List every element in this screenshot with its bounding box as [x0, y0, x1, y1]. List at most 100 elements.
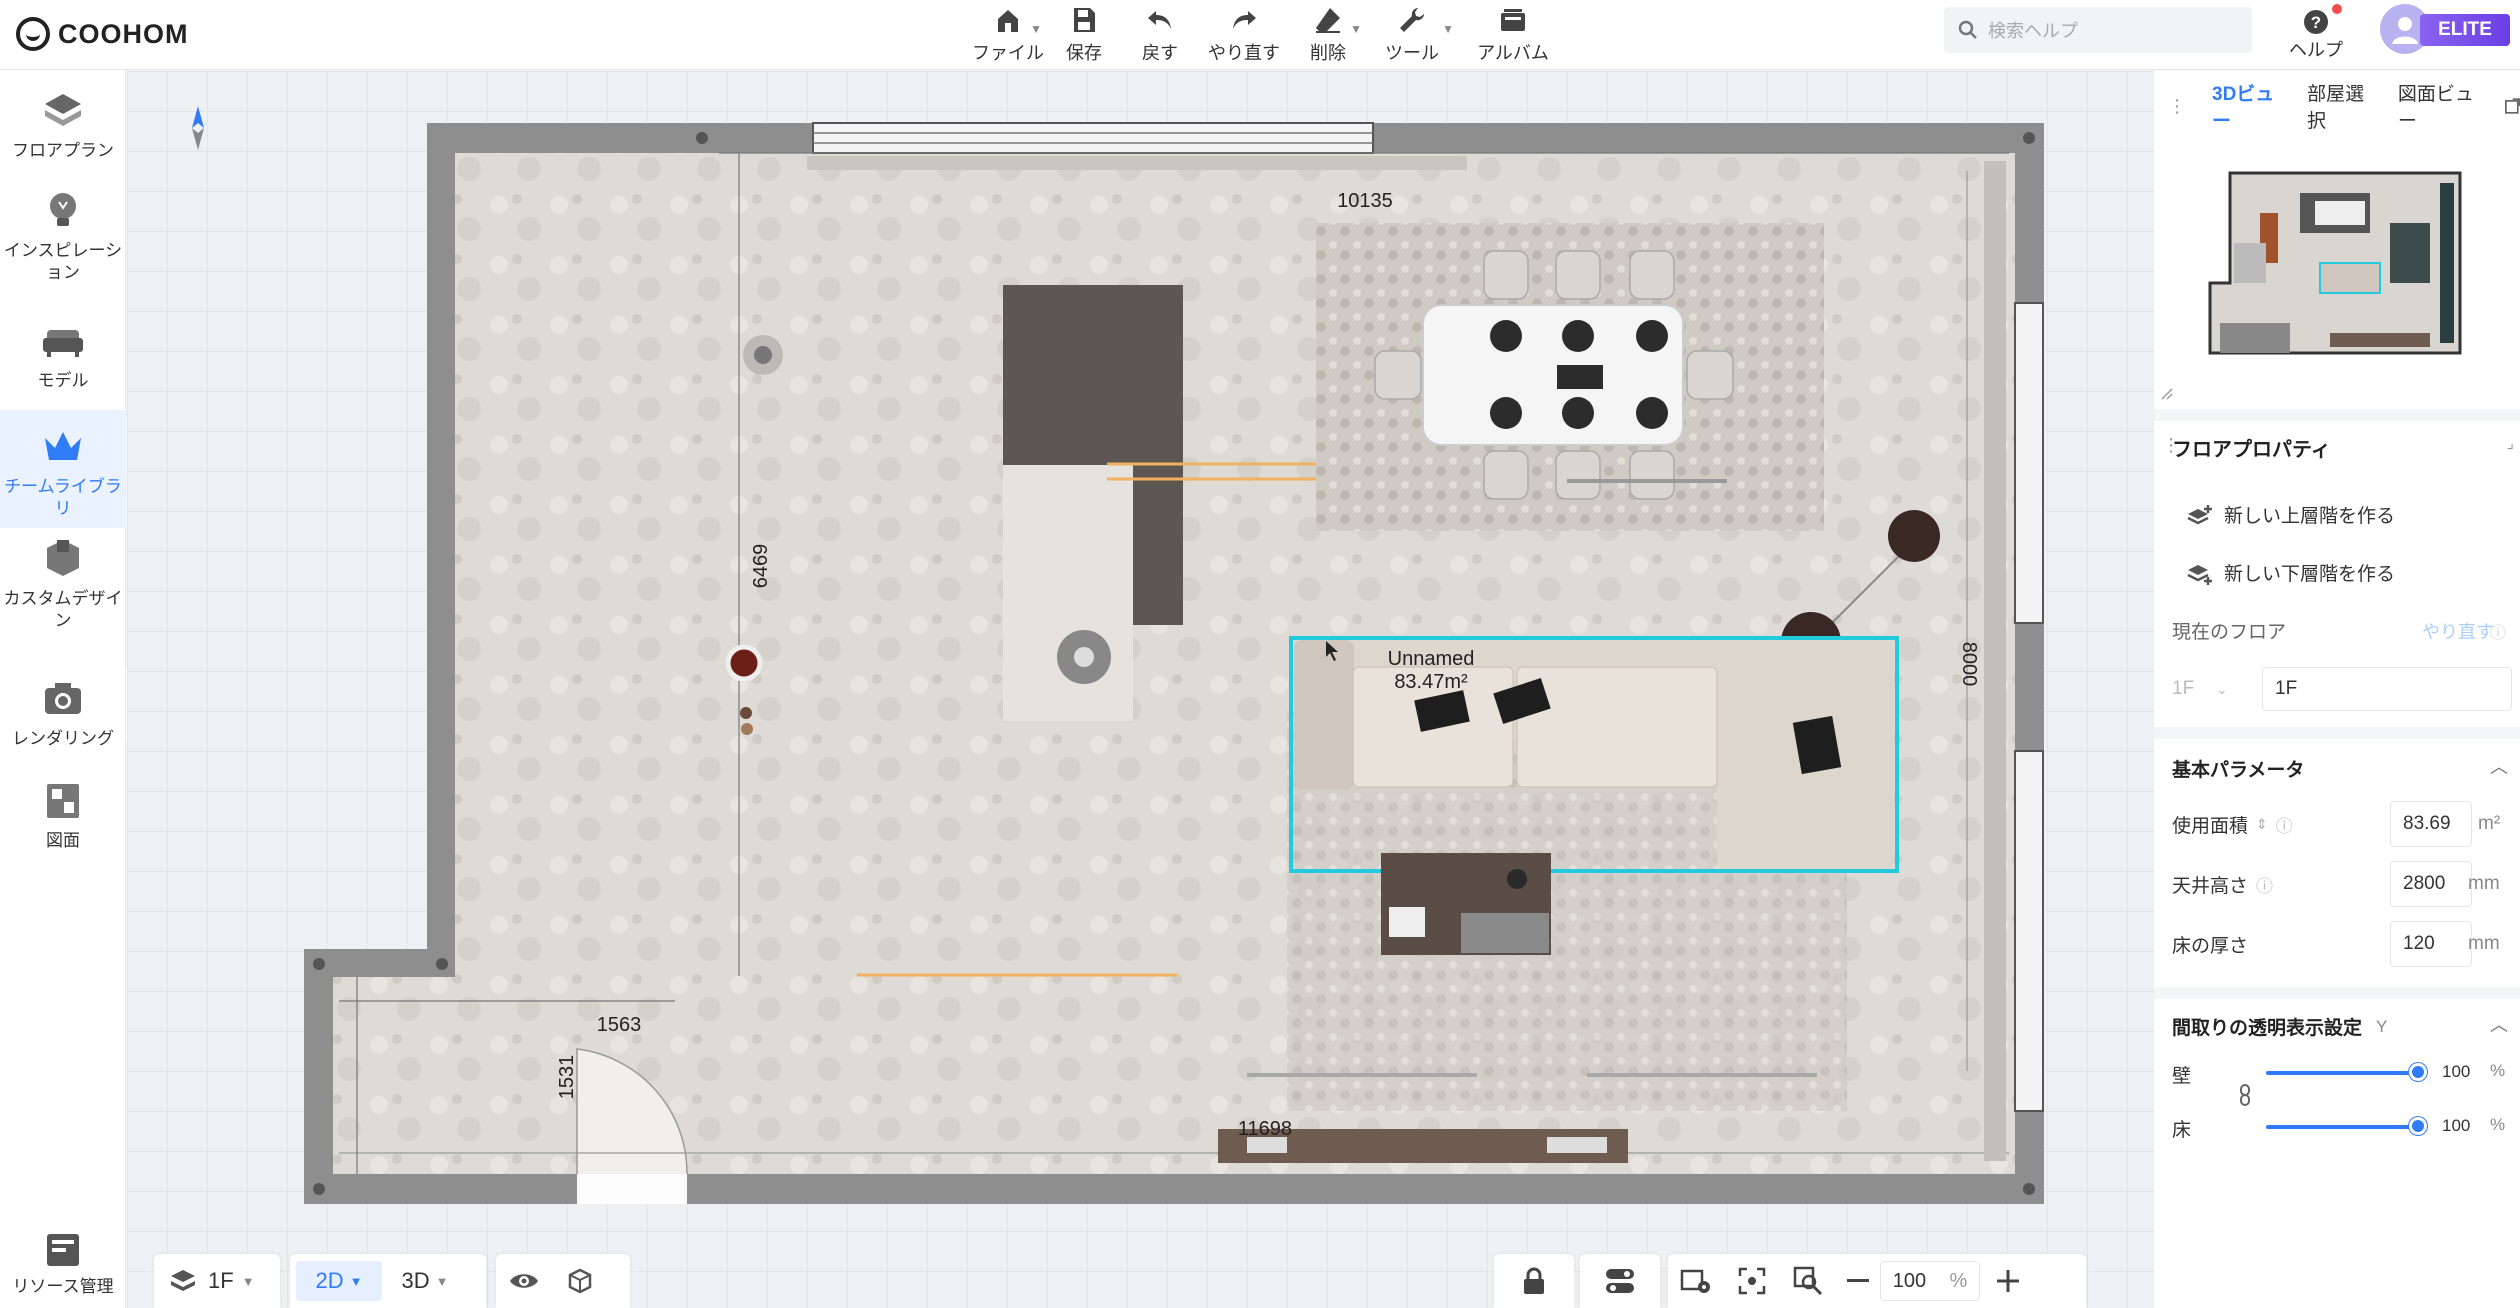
sidebar-item-inspiration[interactable]: インスピレーション	[0, 188, 126, 308]
floor-selector[interactable]: 1F ▼	[154, 1254, 280, 1308]
mode-3d-button[interactable]: 3D ▼	[382, 1261, 468, 1301]
chevron-up-icon[interactable]: ︿	[2490, 753, 2508, 779]
redo-button[interactable]: やり直す	[1198, 0, 1290, 70]
album-button[interactable]: アルバム	[1458, 0, 1568, 70]
new-lower-floor-button[interactable]: 新しい下層階を作る	[2186, 559, 2395, 586]
save-label: 保存	[1066, 43, 1102, 63]
help-button[interactable]: ? ヘルプ	[2276, 0, 2356, 70]
dark-table[interactable]	[1003, 285, 1183, 465]
resize-handle-icon[interactable]	[2160, 387, 2174, 401]
wall-transparency-input[interactable]: 100	[2436, 1057, 2486, 1087]
visibility-button[interactable]	[496, 1254, 552, 1308]
window-right-lower[interactable]	[2014, 750, 2044, 1112]
sidebar-item-custom-design[interactable]: カスタムデザイン	[0, 536, 126, 656]
dimension-top[interactable]: 10135	[1337, 190, 1393, 212]
sidebar-item-floorplan[interactable]: フロアプラン	[0, 88, 126, 188]
current-floor-label: 現在のフロア	[2172, 622, 2287, 643]
info-icon[interactable]: ⓘ	[2256, 872, 2273, 897]
home-icon	[998, 10, 1018, 32]
save-button[interactable]: 保存	[1046, 0, 1122, 70]
window-right-upper[interactable]	[2014, 302, 2044, 624]
undo-button[interactable]: 戻す	[1122, 0, 1198, 70]
new-upper-floor-label: 新しい上層階を作る	[2224, 506, 2396, 527]
window-top[interactable]	[812, 122, 1374, 154]
ceiling-height-input[interactable]: 2800	[2390, 861, 2472, 907]
delete-menu-button[interactable]: 削除 ▼	[1290, 0, 1366, 70]
floor-slider-handle[interactable]	[2409, 1117, 2427, 1135]
room-name-label[interactable]: Unnamed	[1388, 648, 1475, 670]
popout-icon[interactable]	[2504, 97, 2520, 115]
zoom-area-button[interactable]	[1780, 1254, 1836, 1308]
floor-transparency-label: 床	[2172, 1120, 2192, 1141]
tools-menu-button[interactable]: ツール ▼	[1366, 0, 1458, 70]
dimension-left[interactable]: 6469	[750, 544, 772, 589]
wall-transparency-label: 壁	[2172, 1066, 2192, 1087]
right-panel: ⋮ 3Dビュー 部屋選択 図面ビュー ⋮ フロアプロパティ ⌟ 新しい上層階を作	[2154, 71, 2520, 1308]
sidebar-item-resource-management[interactable]: リソース管理	[0, 1230, 126, 1308]
sidebar-item-label: モデル	[37, 371, 89, 390]
3d-preview-thumbnail[interactable]	[2190, 153, 2498, 379]
3d-box-button[interactable]	[552, 1254, 608, 1308]
floor-name-input[interactable]: 1F	[2262, 667, 2512, 711]
toggle-settings-button[interactable]	[1580, 1254, 1660, 1308]
tab-room-select[interactable]: 部屋選択	[2307, 79, 2372, 133]
mode-2d-button[interactable]: 2D ▼	[296, 1261, 382, 1301]
info-icon[interactable]: ⓘ	[2276, 812, 2293, 837]
tab-3d-view[interactable]: 3Dビュー	[2212, 79, 2281, 133]
chevron-down-icon: ⌄	[2216, 680, 2228, 697]
elite-badge[interactable]: ELITE	[2420, 14, 2510, 46]
floor-code: 1F	[2172, 678, 2195, 699]
mode-2d-label: 2D	[315, 1268, 344, 1293]
usable-area-input[interactable]: 83.69	[2390, 801, 2472, 847]
dimension-bottom[interactable]: 11698	[1238, 1118, 1292, 1140]
fit-view-button[interactable]	[1724, 1254, 1780, 1308]
lock-icon	[1524, 1267, 1544, 1294]
wall-slider-handle[interactable]	[2409, 1063, 2427, 1081]
brand-logo[interactable]: COOHOM	[16, 12, 189, 56]
floor-transparency-slider[interactable]	[2266, 1125, 2418, 1129]
drag-handle-icon[interactable]: ⋮	[2168, 96, 2186, 117]
sidebar-item-model[interactable]: モデル	[0, 318, 126, 418]
door-opening[interactable]	[577, 1174, 687, 1204]
zoom-in-button[interactable]	[1980, 1254, 2036, 1308]
floor-transparency-input[interactable]: 100	[2436, 1111, 2486, 1141]
floor-thickness-label: 床の厚さ	[2172, 935, 2249, 957]
sidebar-item-rendering[interactable]: レンダリング	[0, 676, 126, 776]
design-canvas[interactable]: Unnamed 83.47m² 10135 6469 8000 11698 15…	[127, 71, 2154, 1308]
new-upper-floor-button[interactable]: 新しい上層階を作る	[2186, 501, 2395, 528]
dimension-right[interactable]: 8000	[1958, 642, 1980, 687]
help-search-input[interactable]: 検索ヘルプ	[1944, 7, 2252, 53]
pendant-lamp[interactable]	[1888, 510, 1940, 562]
view-settings-button[interactable]	[1668, 1254, 1724, 1308]
room-area-label: 83.47m²	[1394, 671, 1468, 693]
current-floor-row: 現在のフロア やり直す ⓘ	[2172, 617, 2508, 644]
view-mode-switch: 2D ▼ 3D ▼	[290, 1254, 486, 1308]
tab-drawing-view[interactable]: 図面ビュー	[2398, 79, 2479, 133]
new-lower-floor-label: 新しい下層階を作る	[2224, 564, 2396, 585]
sidebar-item-label: レンダリング	[12, 729, 114, 748]
floor-plan[interactable]: Unnamed 83.47m² 10135 6469 8000 11698 15…	[127, 71, 2154, 1308]
dimension-small-vertical[interactable]: 1531	[556, 1055, 578, 1100]
compass-icon[interactable]	[192, 106, 204, 128]
zoom-out-button[interactable]	[1836, 1254, 1880, 1308]
file-menu-button[interactable]: ファイル ▼	[970, 0, 1046, 70]
link-icon[interactable]	[2238, 1083, 2252, 1107]
sidebar-item-drawing[interactable]: 図面	[0, 778, 126, 878]
lock-button[interactable]	[1494, 1254, 1574, 1308]
help-icon: ?	[2304, 10, 2328, 34]
sidebar-item-team-library[interactable]: チームライブラリ	[0, 410, 126, 528]
chevron-up-icon[interactable]: ︿	[2490, 1011, 2508, 1037]
current-floor-redo-link[interactable]: やり直す	[2422, 618, 2494, 644]
dark-table-leg[interactable]	[1133, 465, 1183, 625]
sidebar-item-label: フロアプラン	[12, 141, 114, 160]
floor-thickness-input[interactable]: 120	[2390, 921, 2472, 967]
chevron-down-icon: ▼	[349, 1273, 363, 1289]
dimension-small-horizontal[interactable]: 1563	[597, 1014, 642, 1036]
side-table-round[interactable]	[725, 644, 763, 682]
sort-icon[interactable]: ⇕	[2256, 816, 2268, 833]
wall-transparency-slider[interactable]	[2266, 1071, 2418, 1075]
collapse-icon[interactable]: ⌟	[2507, 433, 2515, 453]
floor-pct-unit: %	[2490, 1115, 2506, 1134]
zoom-input[interactable]: 100 %	[1880, 1261, 1980, 1301]
view-panel: ⋮ 3Dビュー 部屋選択 図面ビュー	[2154, 71, 2520, 409]
